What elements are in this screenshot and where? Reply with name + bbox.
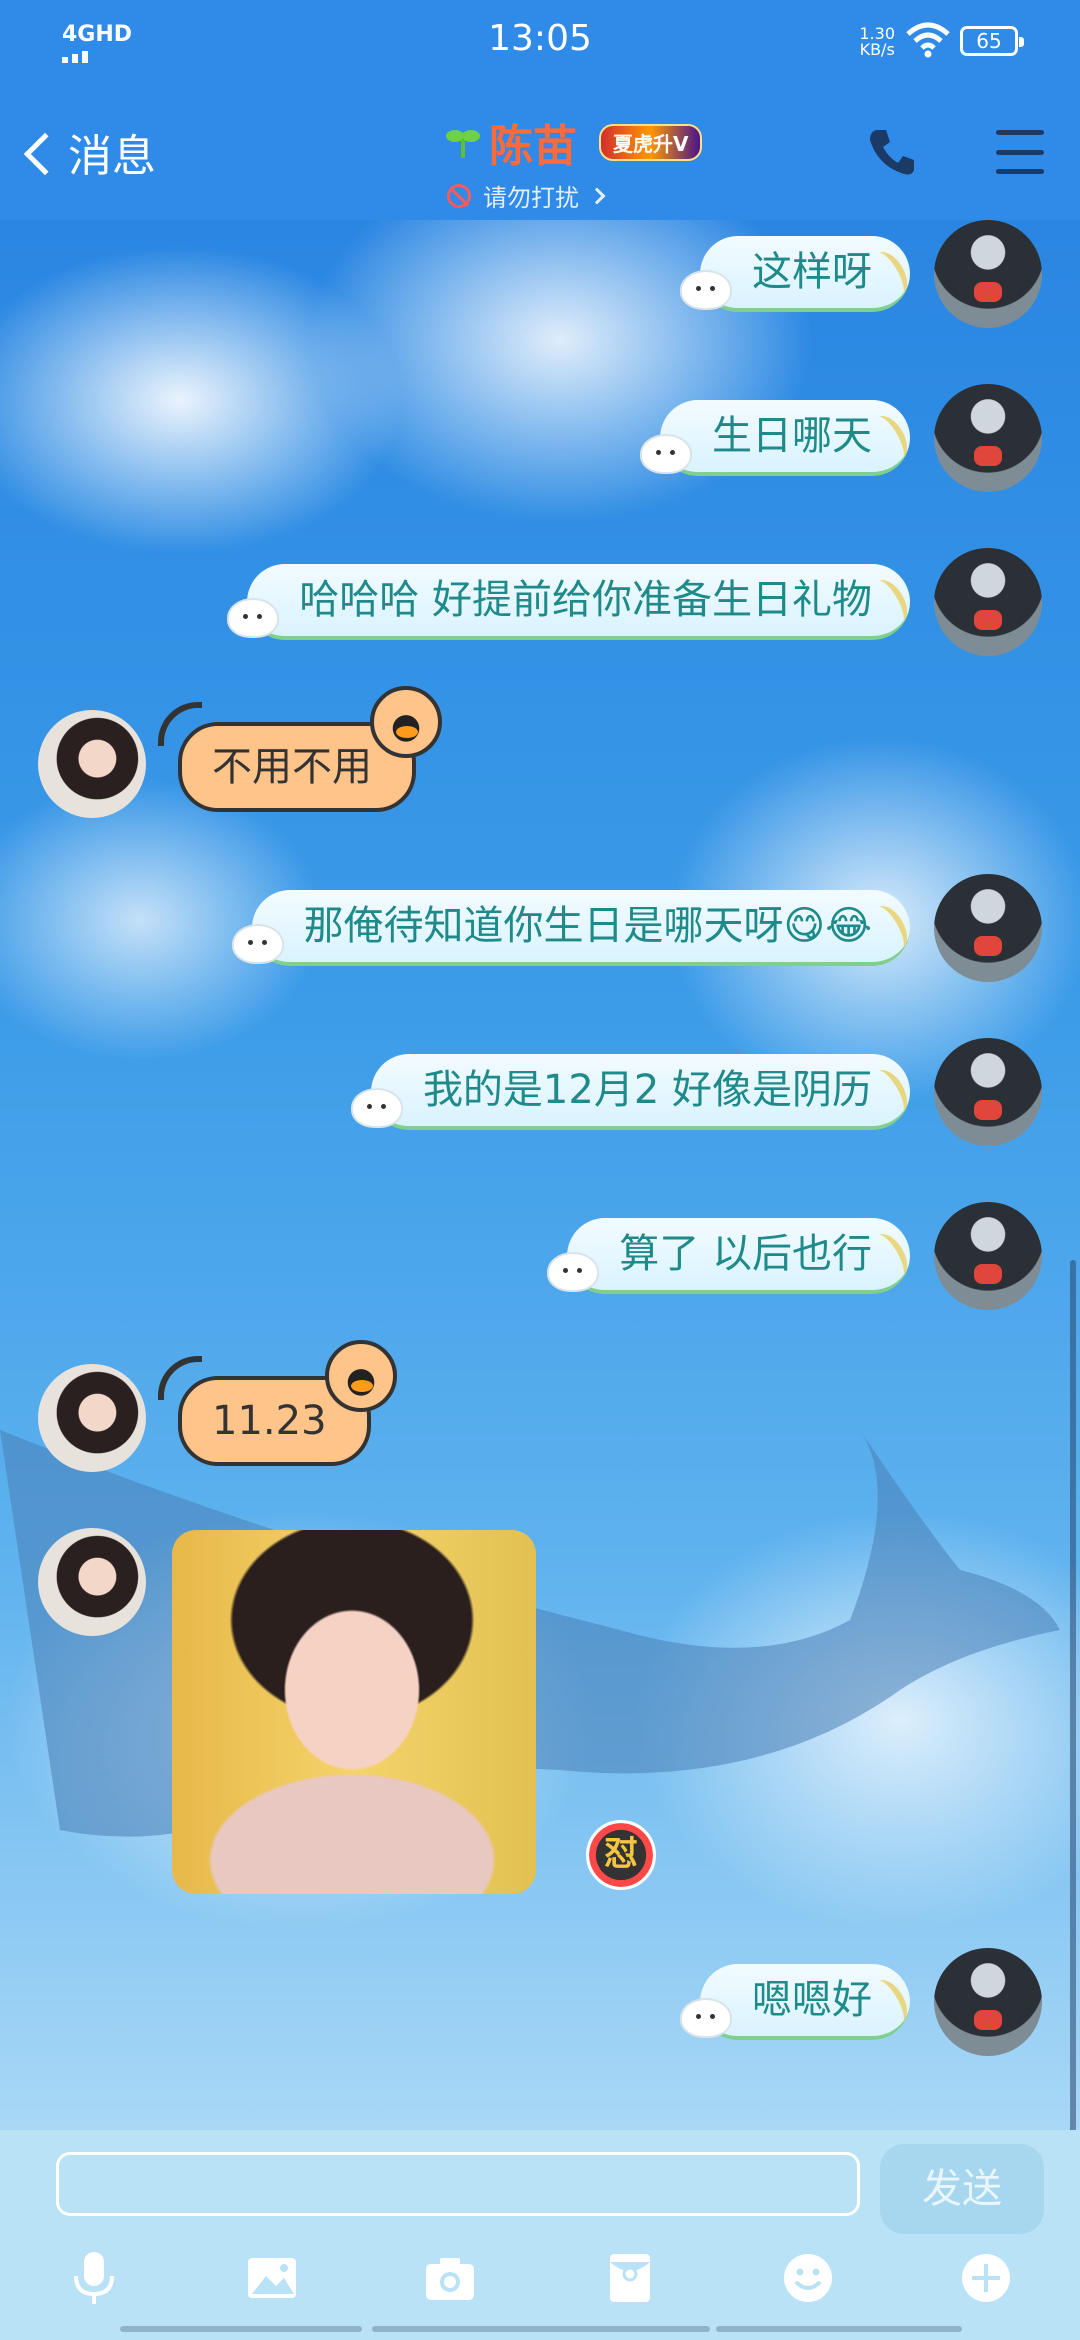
my-avatar[interactable] [934, 220, 1042, 328]
back-label: 消息 [68, 131, 156, 182]
emoji-icon[interactable] [778, 2248, 838, 2308]
battery-icon: 65 [960, 26, 1024, 56]
message-bubble[interactable]: 生日哪天 [640, 400, 915, 476]
camera-icon[interactable] [420, 2248, 480, 2308]
cat-sticker-icon [231, 924, 284, 964]
message-bubble[interactable]: 这样呀 [680, 236, 915, 312]
toolbar [0, 2248, 1080, 2334]
message-text: 这样呀 [752, 249, 872, 295]
vip-badge[interactable]: 夏虎升V [599, 123, 703, 161]
tiger-head-icon [324, 1340, 397, 1412]
image-icon[interactable] [242, 2248, 302, 2308]
speed-unit: KB/s [859, 40, 895, 59]
cat-sticker-icon [680, 270, 732, 310]
my-avatar[interactable] [934, 1948, 1042, 2056]
message-bubble[interactable]: 我的是12月2 好像是阴历 [350, 1054, 915, 1130]
my-avatar[interactable] [934, 1038, 1042, 1146]
back-button[interactable]: 消息 [16, 120, 156, 184]
wifi-icon [906, 22, 950, 58]
my-avatar[interactable] [934, 384, 1042, 492]
message-text: 11.23 [212, 1398, 327, 1444]
dnd-status[interactable]: 请勿打扰 [447, 178, 702, 213]
microphone-icon[interactable] [64, 2248, 124, 2308]
tiger-head-icon [370, 686, 442, 758]
contact-avatar[interactable] [38, 1364, 146, 1472]
chevron-right-icon [588, 187, 606, 204]
chevron-left-icon [23, 132, 67, 176]
page-indicator [120, 2326, 362, 2332]
message-input[interactable] [56, 2152, 860, 2216]
message-bubble[interactable]: 哈哈哈 好提前给你准备生日礼物 [227, 564, 915, 640]
message-text: 那俺待知道你生日是哪天呀😋😂 [303, 903, 872, 949]
sprout-icon [446, 130, 480, 158]
network-speed: 1.30 KB/s [859, 26, 895, 58]
message-text: 不用不用 [212, 744, 372, 790]
message-text: 我的是12月2 好像是阴历 [422, 1067, 872, 1113]
red-packet-icon[interactable] [600, 2248, 660, 2308]
message-bubble[interactable]: 算了 以后也行 [547, 1218, 915, 1294]
cat-sticker-icon [640, 434, 692, 474]
cat-sticker-icon [227, 598, 280, 638]
whale-illustration [0, 1430, 1060, 1837]
status-text: 请勿打扰 [483, 184, 579, 212]
scrollbar[interactable] [1070, 1260, 1076, 2160]
phone-icon[interactable] [864, 124, 920, 180]
image-message[interactable] [172, 1530, 536, 1894]
status-bar: 4GHD 13:05 1.30 KB/s 65 [0, 0, 1080, 90]
do-not-disturb-icon [447, 183, 471, 208]
send-button[interactable]: 发送 [880, 2144, 1044, 2234]
message-bubble[interactable]: 不用不用 [158, 686, 442, 812]
cat-sticker-icon [350, 1088, 403, 1128]
contact-title[interactable]: 陈苗 夏虎升V 请勿打扰 [445, 110, 703, 213]
cat-sticker-icon [547, 1252, 600, 1292]
page-indicator [716, 2326, 962, 2332]
contact-avatar[interactable] [38, 1528, 146, 1636]
message-bubble[interactable]: 11.23 [158, 1340, 397, 1466]
page-indicator [372, 2326, 710, 2332]
menu-icon[interactable] [996, 130, 1044, 174]
reaction-icon[interactable]: 怼 [586, 1820, 656, 1890]
message-bubble[interactable]: 那俺待知道你生日是哪天呀😋😂 [231, 890, 915, 966]
contact-avatar[interactable] [38, 710, 146, 818]
my-avatar[interactable] [934, 548, 1042, 656]
message-text: 生日哪天 [712, 413, 872, 459]
top-bar: 4GHD 13:05 1.30 KB/s 65 消息 陈苗 夏虎升V 请勿打扰 [0, 0, 1080, 220]
input-bar: 发送 [0, 2130, 1080, 2340]
plus-icon[interactable] [956, 2248, 1016, 2308]
message-bubble[interactable]: 嗯嗯好 [680, 1964, 915, 2040]
my-avatar[interactable] [934, 1202, 1042, 1310]
message-text: 嗯嗯好 [752, 1977, 872, 2023]
chat-header: 消息 陈苗 夏虎升V 请勿打扰 [0, 90, 1080, 220]
cat-sticker-icon [680, 1998, 732, 2038]
message-text: 哈哈哈 好提前给你准备生日礼物 [299, 577, 872, 623]
my-avatar[interactable] [934, 874, 1042, 982]
contact-name: 陈苗 [489, 121, 577, 172]
message-text: 算了 以后也行 [619, 1231, 872, 1277]
chat-area[interactable] [0, 220, 1080, 2160]
